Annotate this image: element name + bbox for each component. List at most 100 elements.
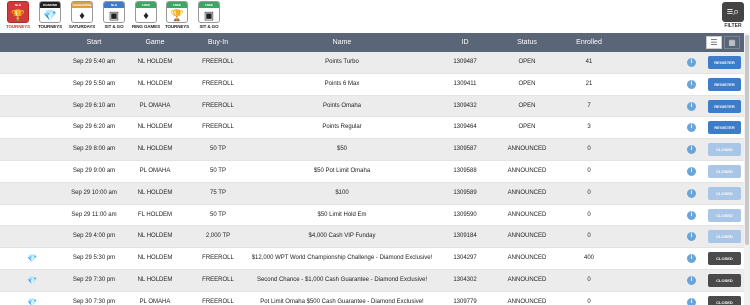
table-row[interactable]: Sep 29 5:40 am NL HOLDEM FREEROLL Points Tu… bbox=[0, 52, 744, 74]
closed-button[interactable]: CLOSED bbox=[708, 295, 741, 305]
closed-button[interactable]: CLOSED bbox=[708, 230, 741, 244]
table-row[interactable]: 💎 Sep 29 5:30 pm NL HOLDEM FREEROLL $12,000 … bbox=[0, 248, 744, 270]
cell-game: NL HOLDEM bbox=[137, 189, 173, 196]
cell-buyin: FREEROLL bbox=[202, 102, 234, 109]
info-icon[interactable]: i bbox=[687, 123, 696, 133]
cell-status: OPEN bbox=[518, 102, 536, 109]
col-name[interactable]: Name bbox=[248, 33, 436, 52]
cell-name: $50 Limit Hold Em bbox=[317, 211, 367, 218]
closed-button[interactable]: CLOSED bbox=[708, 164, 741, 178]
col-id[interactable]: ID bbox=[436, 33, 494, 52]
col-game[interactable]: Game bbox=[122, 33, 188, 52]
cell-start: Sep 29 9:00 am bbox=[72, 167, 116, 174]
category-0[interactable]: NLH 🏆 TOURNEYS bbox=[3, 1, 33, 29]
closed-button[interactable]: CLOSED bbox=[708, 273, 741, 287]
info-icon[interactable]: i bbox=[687, 210, 696, 220]
register-button[interactable]: REGISTER bbox=[708, 121, 741, 135]
closed-button[interactable]: CLOSED bbox=[708, 143, 741, 157]
scrollbar[interactable] bbox=[744, 33, 750, 305]
category-6[interactable]: FREE ▣ SIT & GO bbox=[194, 1, 224, 29]
table-row[interactable]: 💎 Sep 29 7:30 pm NL HOLDEM FREEROLL Second C… bbox=[0, 269, 744, 292]
cell-enrolled: 0 bbox=[587, 298, 591, 305]
view-toggle: ☰ ▦ bbox=[706, 36, 740, 49]
category-icon: ♦ bbox=[143, 10, 149, 22]
closed-button[interactable]: CLOSED bbox=[708, 208, 741, 222]
scrollbar-thumb[interactable] bbox=[745, 35, 749, 245]
info-icon[interactable]: i bbox=[687, 188, 696, 198]
table-row[interactable]: Sep 29 5:50 am NL HOLDEM FREEROLL Points 6 … bbox=[0, 74, 744, 96]
info-icon[interactable]: i bbox=[687, 254, 696, 264]
cell-buyin: FREEROLL bbox=[202, 59, 234, 65]
list-view-icon[interactable]: ☰ bbox=[706, 36, 722, 49]
table-row[interactable]: 💎 Sep 30 7:30 pm PL OMAHA FREEROLL Pot Limit… bbox=[0, 292, 744, 305]
filter-button[interactable]: ≡⌕ FILTER bbox=[721, 2, 745, 29]
table-row[interactable]: Sep 29 9:00 am PL OMAHA 50 TP $50 Pot Limit… bbox=[0, 161, 744, 183]
table-row[interactable]: Sep 29 4:00 pm NL HOLDEM 2,000 TP $4,000 Ca… bbox=[0, 226, 744, 249]
cell-buyin: 50 TP bbox=[210, 167, 226, 174]
info-icon[interactable]: i bbox=[687, 232, 696, 242]
category-tile: FREE ▣ bbox=[198, 1, 220, 23]
tournament-list: Sep 29 5:40 am NL HOLDEM FREEROLL Points Tu… bbox=[0, 52, 744, 305]
col-buyin[interactable]: Buy-In bbox=[188, 33, 248, 52]
cell-id: 1309588 bbox=[453, 167, 477, 174]
info-icon[interactable]: i bbox=[687, 275, 696, 285]
col-status[interactable]: Status bbox=[494, 33, 560, 52]
table-row[interactable]: Sep 29 6:10 am PL OMAHA FREEROLL Points Oma… bbox=[0, 95, 744, 118]
info-icon[interactable]: i bbox=[687, 79, 696, 89]
info-icon[interactable]: i bbox=[687, 297, 696, 305]
category-icon: 🏆 bbox=[11, 10, 25, 22]
cell-game: PL OMAHA bbox=[139, 167, 171, 174]
info-icon[interactable]: i bbox=[687, 145, 696, 155]
filter-search-icon: ≡⌕ bbox=[722, 2, 744, 22]
cell-buyin: FREEROLL bbox=[202, 276, 234, 283]
category-4[interactable]: FREE ♦ RING GAMES bbox=[131, 1, 161, 29]
cell-id: 1309590 bbox=[453, 211, 477, 218]
cell-buyin: 50 TP bbox=[210, 146, 226, 153]
col-enrolled[interactable]: Enrolled bbox=[560, 33, 618, 52]
cell-game: NL HOLDEM bbox=[137, 233, 173, 240]
info-icon[interactable]: i bbox=[687, 101, 696, 111]
cell-enrolled: 400 bbox=[583, 255, 594, 262]
grid-view-icon[interactable]: ▦ bbox=[724, 36, 740, 49]
register-button[interactable]: REGISTER bbox=[708, 77, 741, 91]
cell-status: ANNOUNCED bbox=[507, 189, 547, 196]
category-tile: NLH 🏆 bbox=[7, 1, 29, 23]
category-2[interactable]: GUARANTEE ♦ SATURDAYS bbox=[67, 1, 97, 29]
cell-name: $12,000 WPT World Championship Challenge… bbox=[251, 255, 433, 262]
category-band: FREE bbox=[167, 2, 187, 8]
cell-game: NL HOLDEM bbox=[137, 59, 173, 65]
category-label: TOURNEYS bbox=[164, 24, 190, 29]
category-bar: NLH 🏆 TOURNEYS DIAMOND 💎 TOURNEYS GUARANTEE ♦ SA… bbox=[0, 0, 750, 32]
category-band: NLH bbox=[104, 2, 124, 8]
category-icon: ▣ bbox=[108, 10, 120, 22]
cell-start: Sep 30 7:30 pm bbox=[72, 298, 116, 305]
info-icon[interactable]: i bbox=[687, 166, 696, 176]
table-row[interactable]: Sep 29 11:00 am FL HOLDEM 50 TP $50 Limit H… bbox=[0, 205, 744, 227]
category-label: TOURNEYS bbox=[5, 24, 31, 29]
cell-start: Sep 29 5:40 am bbox=[72, 59, 116, 65]
table-header: Start Game Buy-In Name ID Status Enrolle… bbox=[0, 33, 744, 52]
closed-button[interactable]: CLOSED bbox=[708, 186, 741, 200]
category-icon: ▣ bbox=[203, 10, 215, 22]
cell-buyin: 75 TP bbox=[210, 189, 226, 196]
register-button[interactable]: REGISTER bbox=[708, 99, 741, 113]
category-1[interactable]: DIAMOND 💎 TOURNEYS bbox=[35, 1, 65, 29]
closed-button[interactable]: CLOSED bbox=[708, 252, 741, 266]
table-row[interactable]: Sep 29 6:20 am NL HOLDEM FREEROLL Points Re… bbox=[0, 117, 744, 140]
category-3[interactable]: NLH ▣ SIT & GO bbox=[99, 1, 129, 29]
category-tile: FREE ♦ bbox=[135, 1, 157, 23]
diamond-icon: 💎 bbox=[27, 275, 37, 285]
table-row[interactable]: Sep 29 8:00 am NL HOLDEM 50 TP $50 1309587 AN… bbox=[0, 139, 744, 161]
category-tile: NLH ▣ bbox=[103, 1, 125, 23]
register-button[interactable]: REGISTER bbox=[708, 56, 741, 69]
table-row[interactable]: Sep 29 10:00 am NL HOLDEM 75 TP $100 1309589… bbox=[0, 182, 744, 205]
cell-name: $50 bbox=[336, 146, 347, 153]
info-icon[interactable]: i bbox=[687, 58, 696, 67]
cell-id: 1309779 bbox=[453, 298, 477, 305]
cell-start: Sep 29 6:20 am bbox=[72, 124, 116, 131]
category-band: FREE bbox=[136, 2, 156, 8]
category-5[interactable]: FREE 🏆 TOURNEYS bbox=[162, 1, 192, 29]
cell-id: 1309411 bbox=[453, 80, 477, 87]
category-label: TOURNEYS bbox=[37, 24, 63, 29]
col-start[interactable]: Start bbox=[66, 33, 122, 52]
